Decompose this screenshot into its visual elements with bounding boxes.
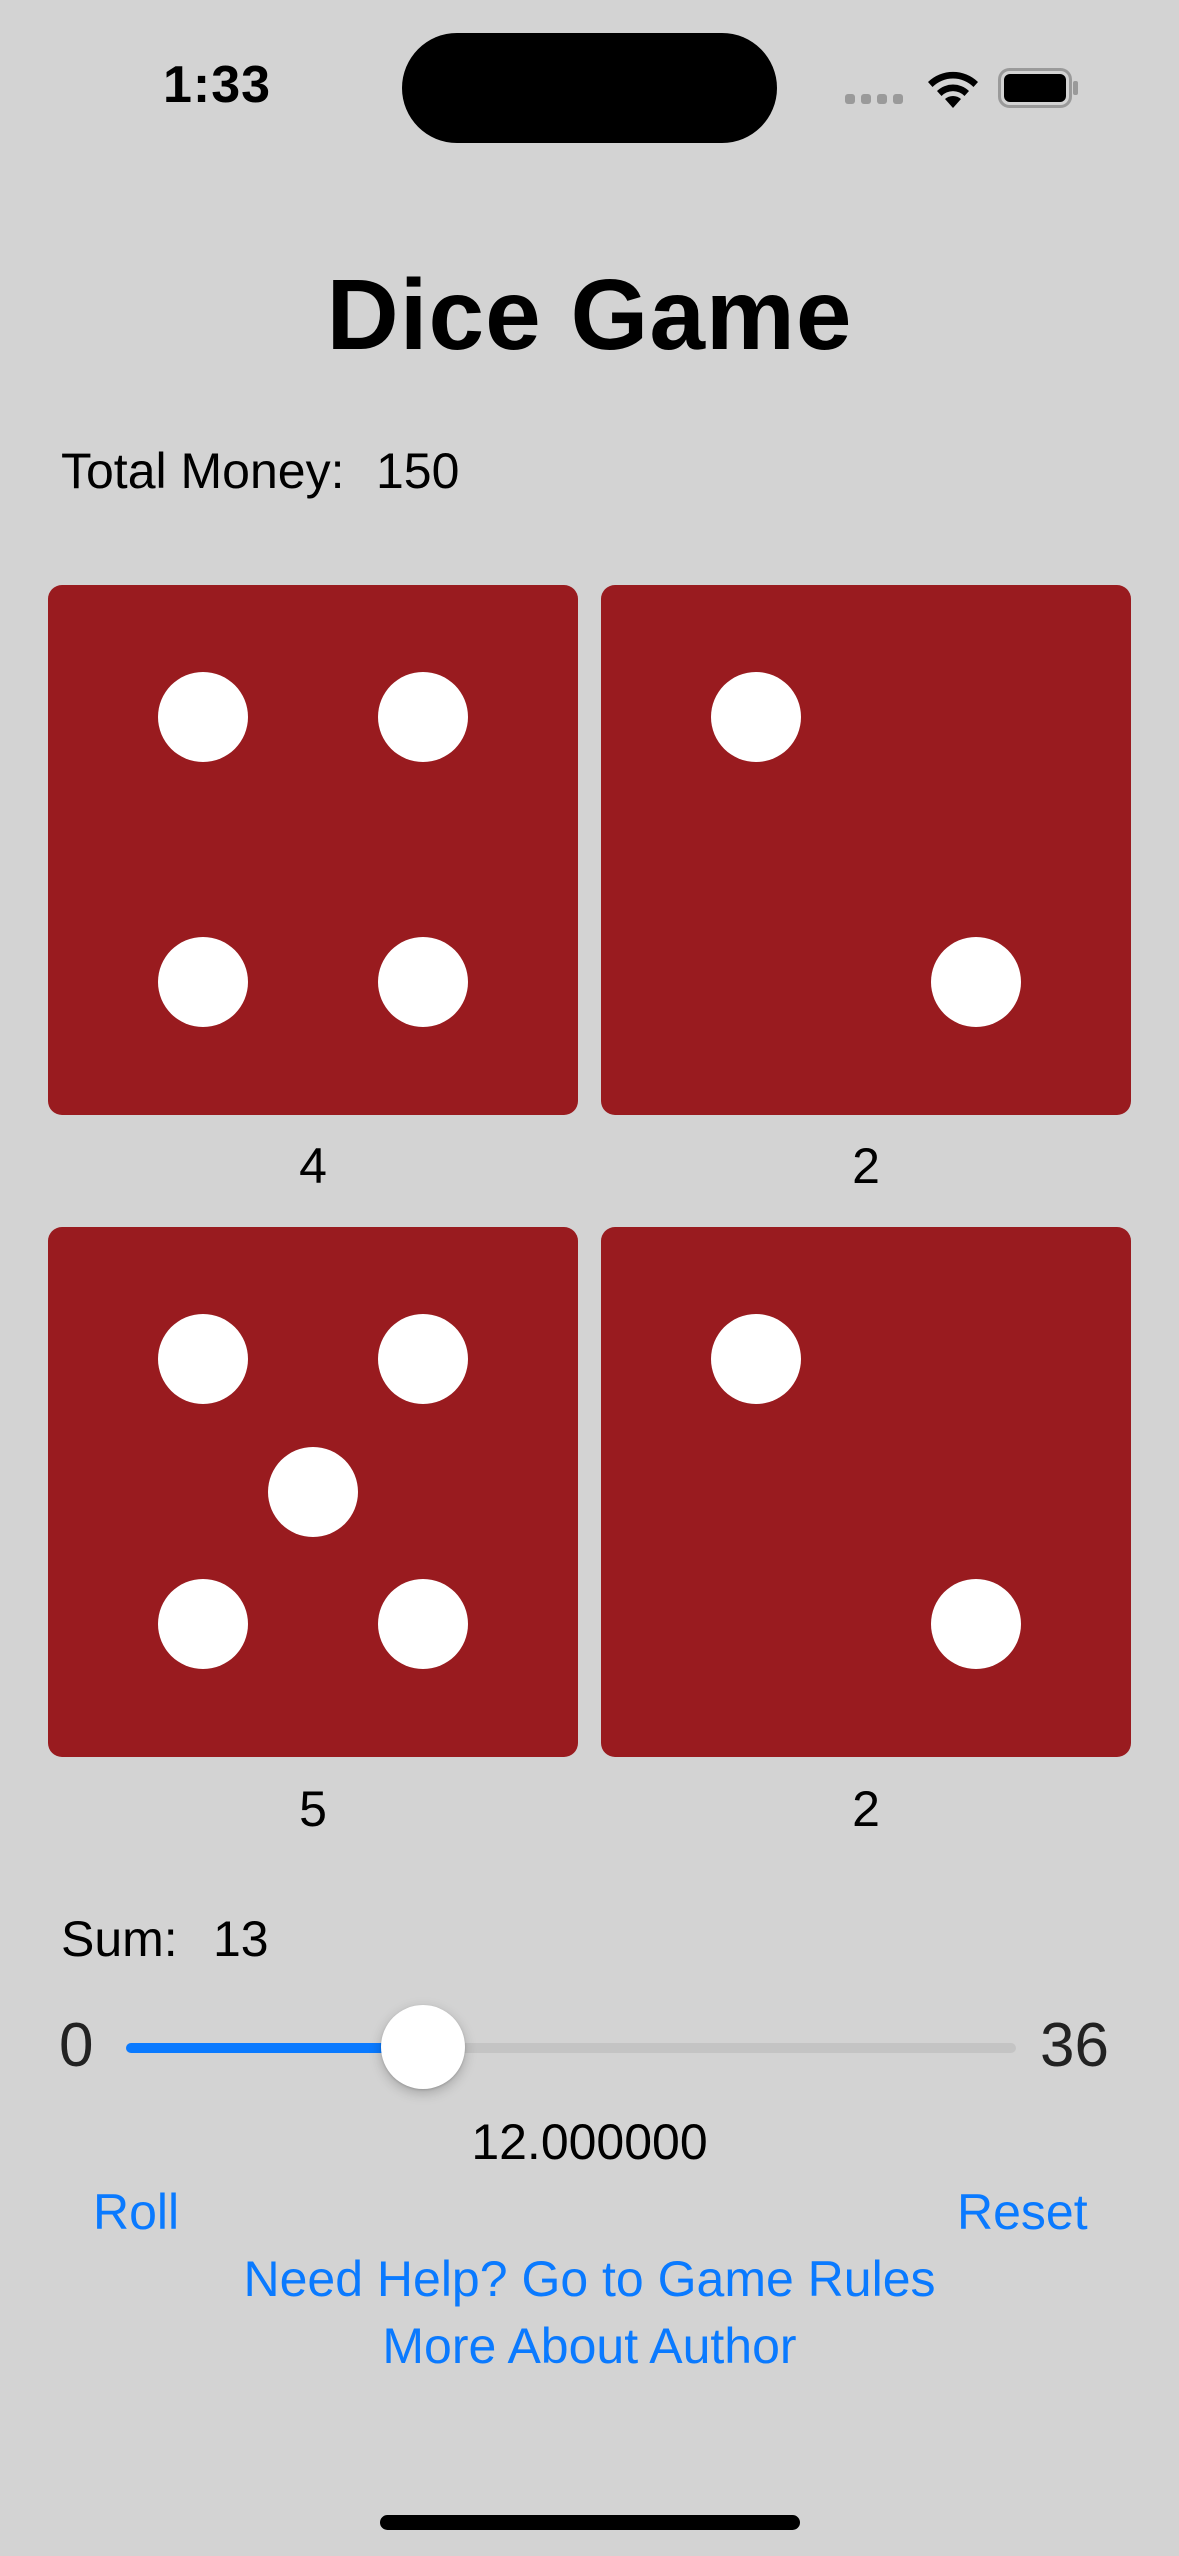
slider-min-label: 0 bbox=[59, 2011, 94, 2080]
slider-fill bbox=[126, 2043, 423, 2053]
die-2 bbox=[601, 585, 1131, 1115]
roll-button[interactable]: Roll bbox=[93, 2183, 179, 2241]
about-author-link[interactable]: More About Author bbox=[0, 2317, 1179, 2375]
die-pip bbox=[711, 672, 801, 762]
die-1 bbox=[48, 585, 578, 1115]
die-3 bbox=[48, 1227, 578, 1757]
die-pip bbox=[158, 672, 248, 762]
battery-icon bbox=[998, 68, 1078, 108]
die-pip bbox=[931, 1579, 1021, 1669]
slider-value-readout: 12.000000 bbox=[471, 2114, 708, 2170]
slider-thumb[interactable] bbox=[380, 2005, 465, 2089]
game-rules-link[interactable]: Need Help? Go to Game Rules bbox=[0, 2250, 1179, 2308]
die-pip bbox=[378, 672, 468, 762]
die-4 bbox=[601, 1227, 1131, 1757]
guess-slider[interactable] bbox=[126, 2005, 1016, 2089]
die-pip bbox=[158, 937, 248, 1027]
die-pip bbox=[711, 1314, 801, 1404]
sum-label: Sum: bbox=[61, 1911, 178, 1967]
die-pip bbox=[378, 1579, 468, 1669]
wifi-icon bbox=[928, 71, 978, 108]
sum-value: 13 bbox=[213, 1911, 269, 1967]
die-pip bbox=[931, 937, 1021, 1027]
die-pip bbox=[378, 1314, 468, 1404]
reset-button[interactable]: Reset bbox=[957, 2183, 1088, 2241]
status-time: 1:33 bbox=[163, 56, 272, 114]
die-4-value: 2 bbox=[852, 1781, 880, 1837]
die-pip bbox=[378, 937, 468, 1027]
total-money-value: 150 bbox=[376, 443, 460, 499]
page-title: Dice Game bbox=[326, 259, 853, 371]
slider-max-label: 36 bbox=[1040, 2011, 1109, 2080]
cellular-signal-icon bbox=[845, 94, 905, 106]
die-pip bbox=[158, 1314, 248, 1404]
die-1-value: 4 bbox=[299, 1138, 327, 1194]
die-2-value: 2 bbox=[852, 1138, 880, 1194]
screen: 1:33 Dice Game Total Money: 150 4 2 5 2 … bbox=[0, 0, 1179, 2556]
die-3-value: 5 bbox=[299, 1781, 327, 1837]
home-indicator bbox=[380, 2515, 800, 2530]
die-pip bbox=[268, 1447, 358, 1537]
dynamic-island bbox=[402, 33, 777, 143]
total-money-label: Total Money: bbox=[61, 443, 345, 499]
die-pip bbox=[158, 1579, 248, 1669]
